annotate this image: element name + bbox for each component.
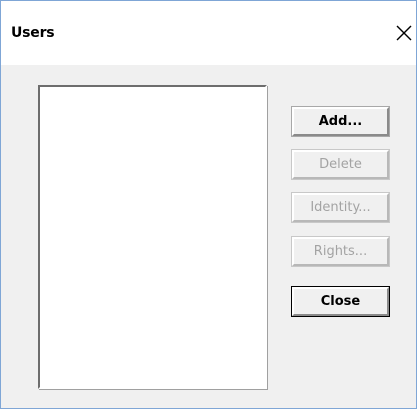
- users-dialog: Users Add... Delete Identity... Rights..…: [0, 0, 417, 409]
- dialog-title: Users: [11, 25, 55, 41]
- title-bar: Users: [1, 1, 416, 65]
- dialog-body: Add... Delete Identity... Rights... Clos…: [1, 65, 416, 408]
- users-list[interactable]: [38, 85, 267, 389]
- add-button[interactable]: Add...: [291, 106, 390, 137]
- close-icon[interactable]: [391, 17, 417, 47]
- delete-button[interactable]: Delete: [291, 149, 390, 180]
- rights-button[interactable]: Rights...: [291, 236, 390, 267]
- close-button[interactable]: Close: [291, 286, 390, 317]
- identity-button[interactable]: Identity...: [291, 192, 390, 223]
